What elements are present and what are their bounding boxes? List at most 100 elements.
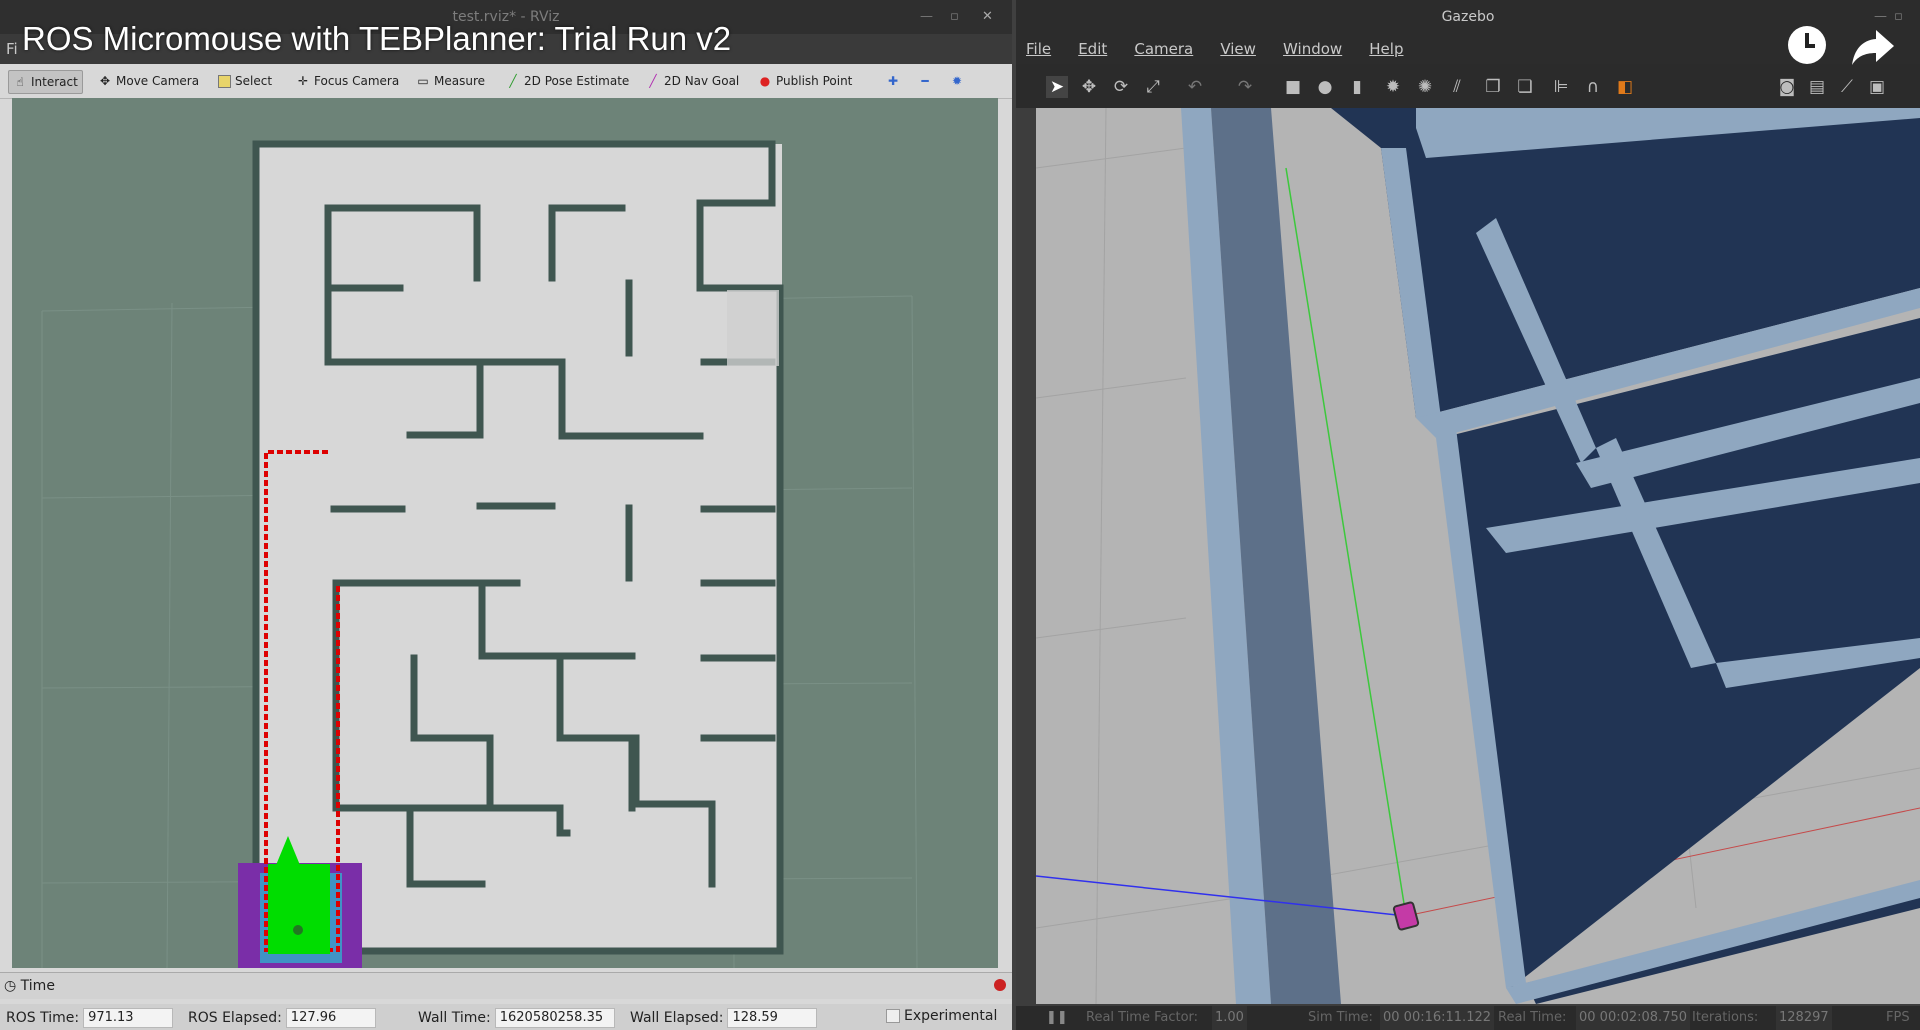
plus-icon: ✚ — [887, 74, 899, 88]
tool-label: Measure — [434, 74, 485, 88]
checkbox-icon — [886, 1009, 900, 1023]
clock-icon: ◷ — [4, 978, 17, 994]
interact-icon: ☝ — [16, 75, 24, 89]
undo-icon[interactable]: ↶ — [1184, 76, 1206, 98]
pose-estimate-tool[interactable]: ╱ 2D Pose Estimate — [506, 70, 629, 92]
minus-icon: ━ — [921, 74, 929, 88]
spot-light-icon[interactable]: ✺ — [1414, 76, 1436, 98]
select-icon — [218, 74, 231, 88]
experimental-label: Experimental — [904, 1008, 998, 1024]
measure-icon: ▭ — [417, 74, 429, 88]
gazebo-3d-scene[interactable] — [1036, 108, 1920, 1004]
rtf-label: Real Time Factor: — [1086, 1010, 1199, 1025]
pause-icon[interactable]: ❚❚ — [1046, 1006, 1068, 1030]
real-time-label: Real Time: — [1498, 1010, 1567, 1025]
plot-icon[interactable]: ⟋ — [1836, 76, 1858, 98]
time-panel-header: ◷ Time — [0, 972, 1012, 999]
scene-canvas — [1036, 108, 1920, 1004]
map-canvas — [41, 140, 918, 968]
maximize-icon[interactable]: ▫ — [950, 0, 959, 34]
menu-camera[interactable]: Camera — [1134, 40, 1193, 58]
experimental-checkbox[interactable]: Experimental — [886, 1008, 997, 1024]
ros-time: ROS Time: 971.13 — [6, 1008, 174, 1028]
gazebo-status-bar: ❚❚ Real Time Factor: 1.00 Sim Time: 00 0… — [1016, 1006, 1920, 1030]
nav-goal-icon: ╱ — [649, 74, 657, 88]
minimize-icon[interactable]: — — [920, 0, 933, 34]
menu-file[interactable]: File — [1026, 40, 1051, 58]
sphere-shape-icon[interactable]: ● — [1314, 76, 1336, 98]
directional-light-icon[interactable]: ⫽ — [1446, 76, 1468, 98]
tool-label: 2D Pose Estimate — [524, 74, 630, 88]
select-tool[interactable]: Select — [218, 70, 272, 92]
real-time-value: 00 00:02:08.750 — [1576, 1006, 1691, 1030]
wall-time: Wall Time: 1620580258.35 — [418, 1008, 615, 1028]
translate-icon[interactable]: ✥ — [1078, 76, 1100, 98]
rviz-time-bar: ROS Time: 971.13 ROS Elapsed: 127.96 Wal… — [0, 1004, 1012, 1030]
rotate-icon[interactable]: ⟳ — [1110, 76, 1132, 98]
tool-label: Publish Point — [776, 74, 853, 88]
wall-elapsed: Wall Elapsed: 128.59 — [630, 1008, 818, 1028]
sim-time-value: 00 00:16:11.122 — [1380, 1006, 1495, 1030]
add-tool-button[interactable]: ✚ — [886, 70, 900, 92]
rviz-menu-file[interactable]: Fi — [6, 40, 18, 58]
unknown-region — [727, 290, 779, 366]
menu-window[interactable]: Window — [1283, 40, 1342, 58]
redo-icon[interactable]: ↷ — [1234, 76, 1256, 98]
copy-icon[interactable]: ❐ — [1482, 76, 1504, 98]
screenshot-icon[interactable]: ◙ — [1776, 76, 1798, 98]
focus-camera-icon: ✛ — [297, 74, 309, 88]
gazebo-tool-bar: ➤ ✥ ⟳ ⤢ ↶ ↷ ■ ● ▮ ✹ ✺ ⫽ ❐ ❏ ⊫ ∩ ◧ ◙ ▤ ⟋ … — [1016, 64, 1920, 108]
rviz-3d-viewport[interactable] — [12, 98, 998, 968]
tool-label: 2D Nav Goal — [664, 74, 740, 88]
menu-edit[interactable]: Edit — [1078, 40, 1107, 58]
cylinder-shape-icon[interactable]: ▮ — [1346, 76, 1368, 98]
nav-goal-tool[interactable]: ╱ 2D Nav Goal — [646, 70, 739, 92]
tool-label: Interact — [31, 75, 78, 89]
measure-tool[interactable]: ▭ Measure — [416, 70, 485, 92]
sim-time-label: Sim Time: — [1308, 1010, 1373, 1025]
share-icon[interactable] — [1848, 20, 1898, 70]
change-view-icon[interactable]: ◧ — [1614, 76, 1636, 98]
tool-properties-button[interactable]: ✹ — [950, 70, 964, 92]
wall-time-value: 1620580258.35 — [494, 1008, 615, 1028]
close-panel-icon[interactable] — [994, 979, 1006, 991]
iterations-label: Iterations: — [1692, 1010, 1759, 1025]
box-shape-icon[interactable]: ■ — [1282, 76, 1304, 98]
scale-icon[interactable]: ⤢ — [1142, 76, 1164, 98]
interact-tool[interactable]: ☝ Interact — [8, 70, 83, 94]
ros-elapsed-value: 127.96 — [285, 1008, 376, 1028]
rviz-tool-bar: ☝ Interact ✥ Move Camera Select ✛ Focus … — [0, 64, 1012, 99]
ros-time-label: ROS Time: — [6, 1010, 80, 1026]
watch-later-icon[interactable] — [1782, 20, 1832, 70]
time-panel-title: Time — [20, 978, 55, 994]
iterations-value: 128297 — [1776, 1006, 1832, 1030]
publish-point-icon: ● — [759, 74, 771, 88]
focus-camera-tool[interactable]: ✛ Focus Camera — [296, 70, 399, 92]
log-icon[interactable]: ▤ — [1806, 76, 1828, 98]
ros-time-value: 971.13 — [83, 1008, 174, 1028]
snap-icon[interactable]: ∩ — [1582, 76, 1604, 98]
rtf-value: 1.00 — [1212, 1006, 1247, 1030]
close-icon[interactable]: ✕ — [982, 0, 993, 34]
remove-tool-button[interactable]: ━ — [918, 70, 932, 92]
rviz-window: test.rviz* - RViz — ▫ ✕ Fi ☝ Interact ✥ … — [0, 0, 1012, 1030]
fps-label: FPS — [1886, 1010, 1910, 1025]
move-camera-icon: ✥ — [99, 74, 111, 88]
record-video-icon[interactable]: ▣ — [1866, 76, 1888, 98]
gazebo-window: Gazebo — ▫ File Edit Camera View Window … — [1016, 0, 1920, 1030]
point-light-icon[interactable]: ✹ — [1382, 76, 1404, 98]
menu-help[interactable]: Help — [1369, 40, 1403, 58]
select-mode-icon[interactable]: ➤ — [1046, 76, 1068, 98]
robot-footprint — [268, 864, 330, 954]
wall-elapsed-value: 128.59 — [727, 1008, 818, 1028]
move-camera-tool[interactable]: ✥ Move Camera — [98, 70, 199, 92]
gazebo-window-title: Gazebo — [1441, 9, 1495, 25]
ros-elapsed-label: ROS Elapsed: — [188, 1010, 282, 1026]
menu-view[interactable]: View — [1220, 40, 1256, 58]
tool-label: Focus Camera — [314, 74, 400, 88]
tool-label: Select — [235, 74, 273, 88]
publish-point-tool[interactable]: ● Publish Point — [758, 70, 853, 92]
robot-center — [293, 925, 303, 935]
paste-icon[interactable]: ❏ — [1514, 76, 1536, 98]
align-icon[interactable]: ⊫ — [1550, 76, 1572, 98]
